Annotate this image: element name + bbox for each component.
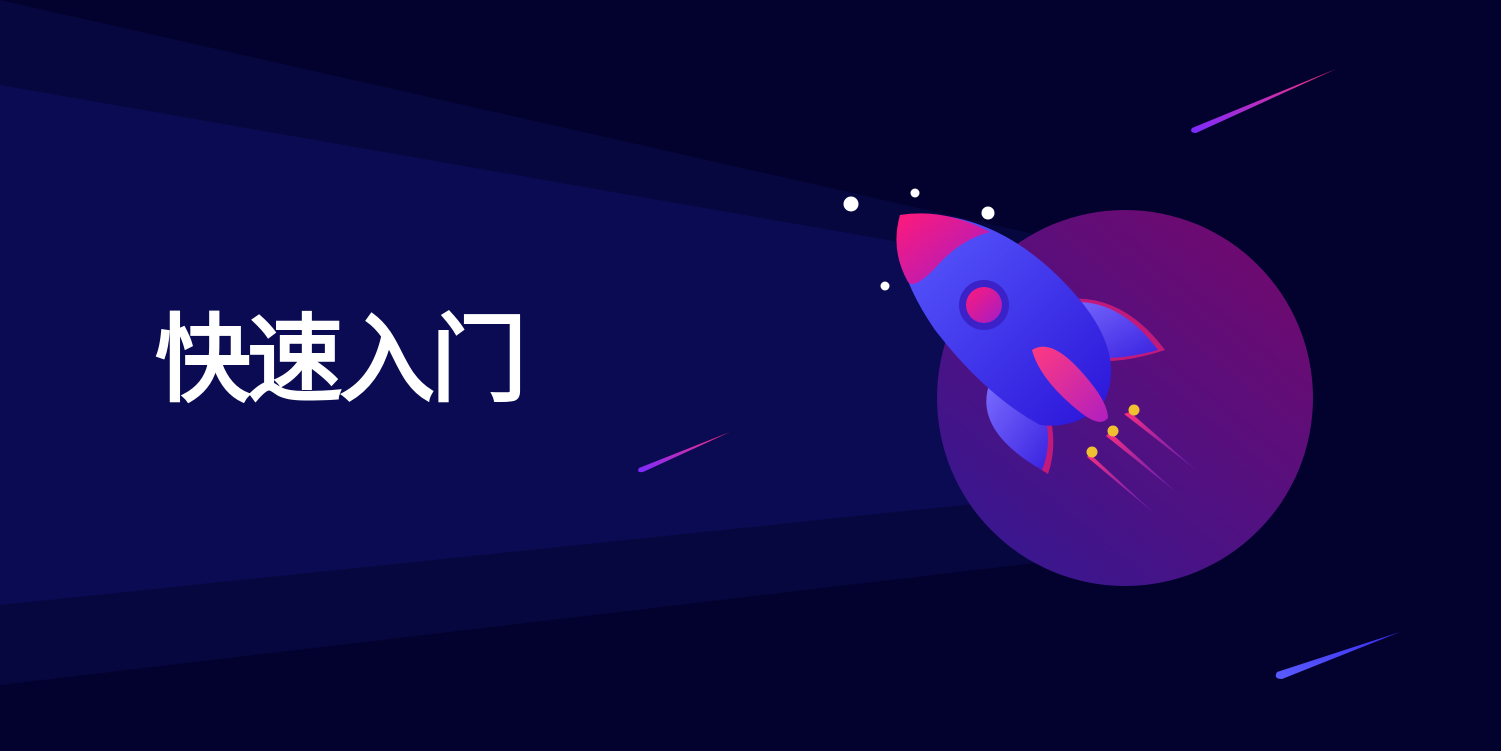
banner: 快速入门: [0, 0, 1501, 751]
page-title: 快速入门: [155, 304, 527, 416]
shooting-star-top-right: [1191, 69, 1336, 133]
shooting-star-bottom-right: [1275, 632, 1400, 679]
